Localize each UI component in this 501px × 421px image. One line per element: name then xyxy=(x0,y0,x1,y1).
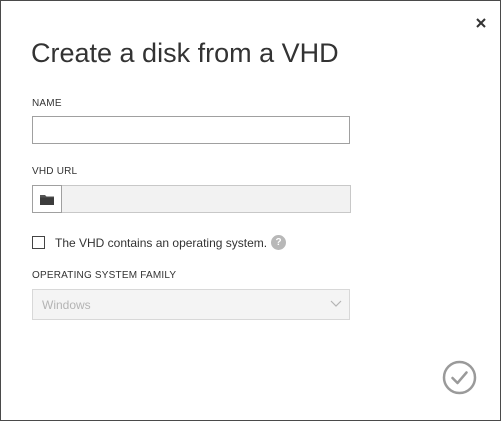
os-family-selected-value: Windows xyxy=(42,298,91,312)
os-family-label: OPERATING SYSTEM FAMILY xyxy=(32,270,177,281)
create-disk-dialog: Create a disk from a VHD NAME VHD URL Th… xyxy=(0,0,501,421)
close-button[interactable] xyxy=(472,14,490,32)
folder-icon xyxy=(40,195,54,205)
name-label: NAME xyxy=(32,98,62,109)
contains-os-label[interactable]: The VHD contains an operating system. xyxy=(55,236,267,250)
dialog-title: Create a disk from a VHD xyxy=(31,38,339,68)
os-family-select: Windows xyxy=(32,289,350,320)
checkmark-circle-icon xyxy=(442,360,477,395)
contains-os-checkbox[interactable] xyxy=(32,236,45,249)
name-input[interactable] xyxy=(32,116,350,144)
help-icon[interactable]: ? xyxy=(271,235,286,250)
chevron-down-icon xyxy=(330,300,342,307)
close-icon xyxy=(476,18,486,28)
vhd-url-input[interactable] xyxy=(62,185,351,213)
vhd-url-label: VHD URL xyxy=(32,166,78,177)
confirm-button[interactable] xyxy=(442,360,477,395)
browse-storage-button[interactable] xyxy=(32,185,62,213)
